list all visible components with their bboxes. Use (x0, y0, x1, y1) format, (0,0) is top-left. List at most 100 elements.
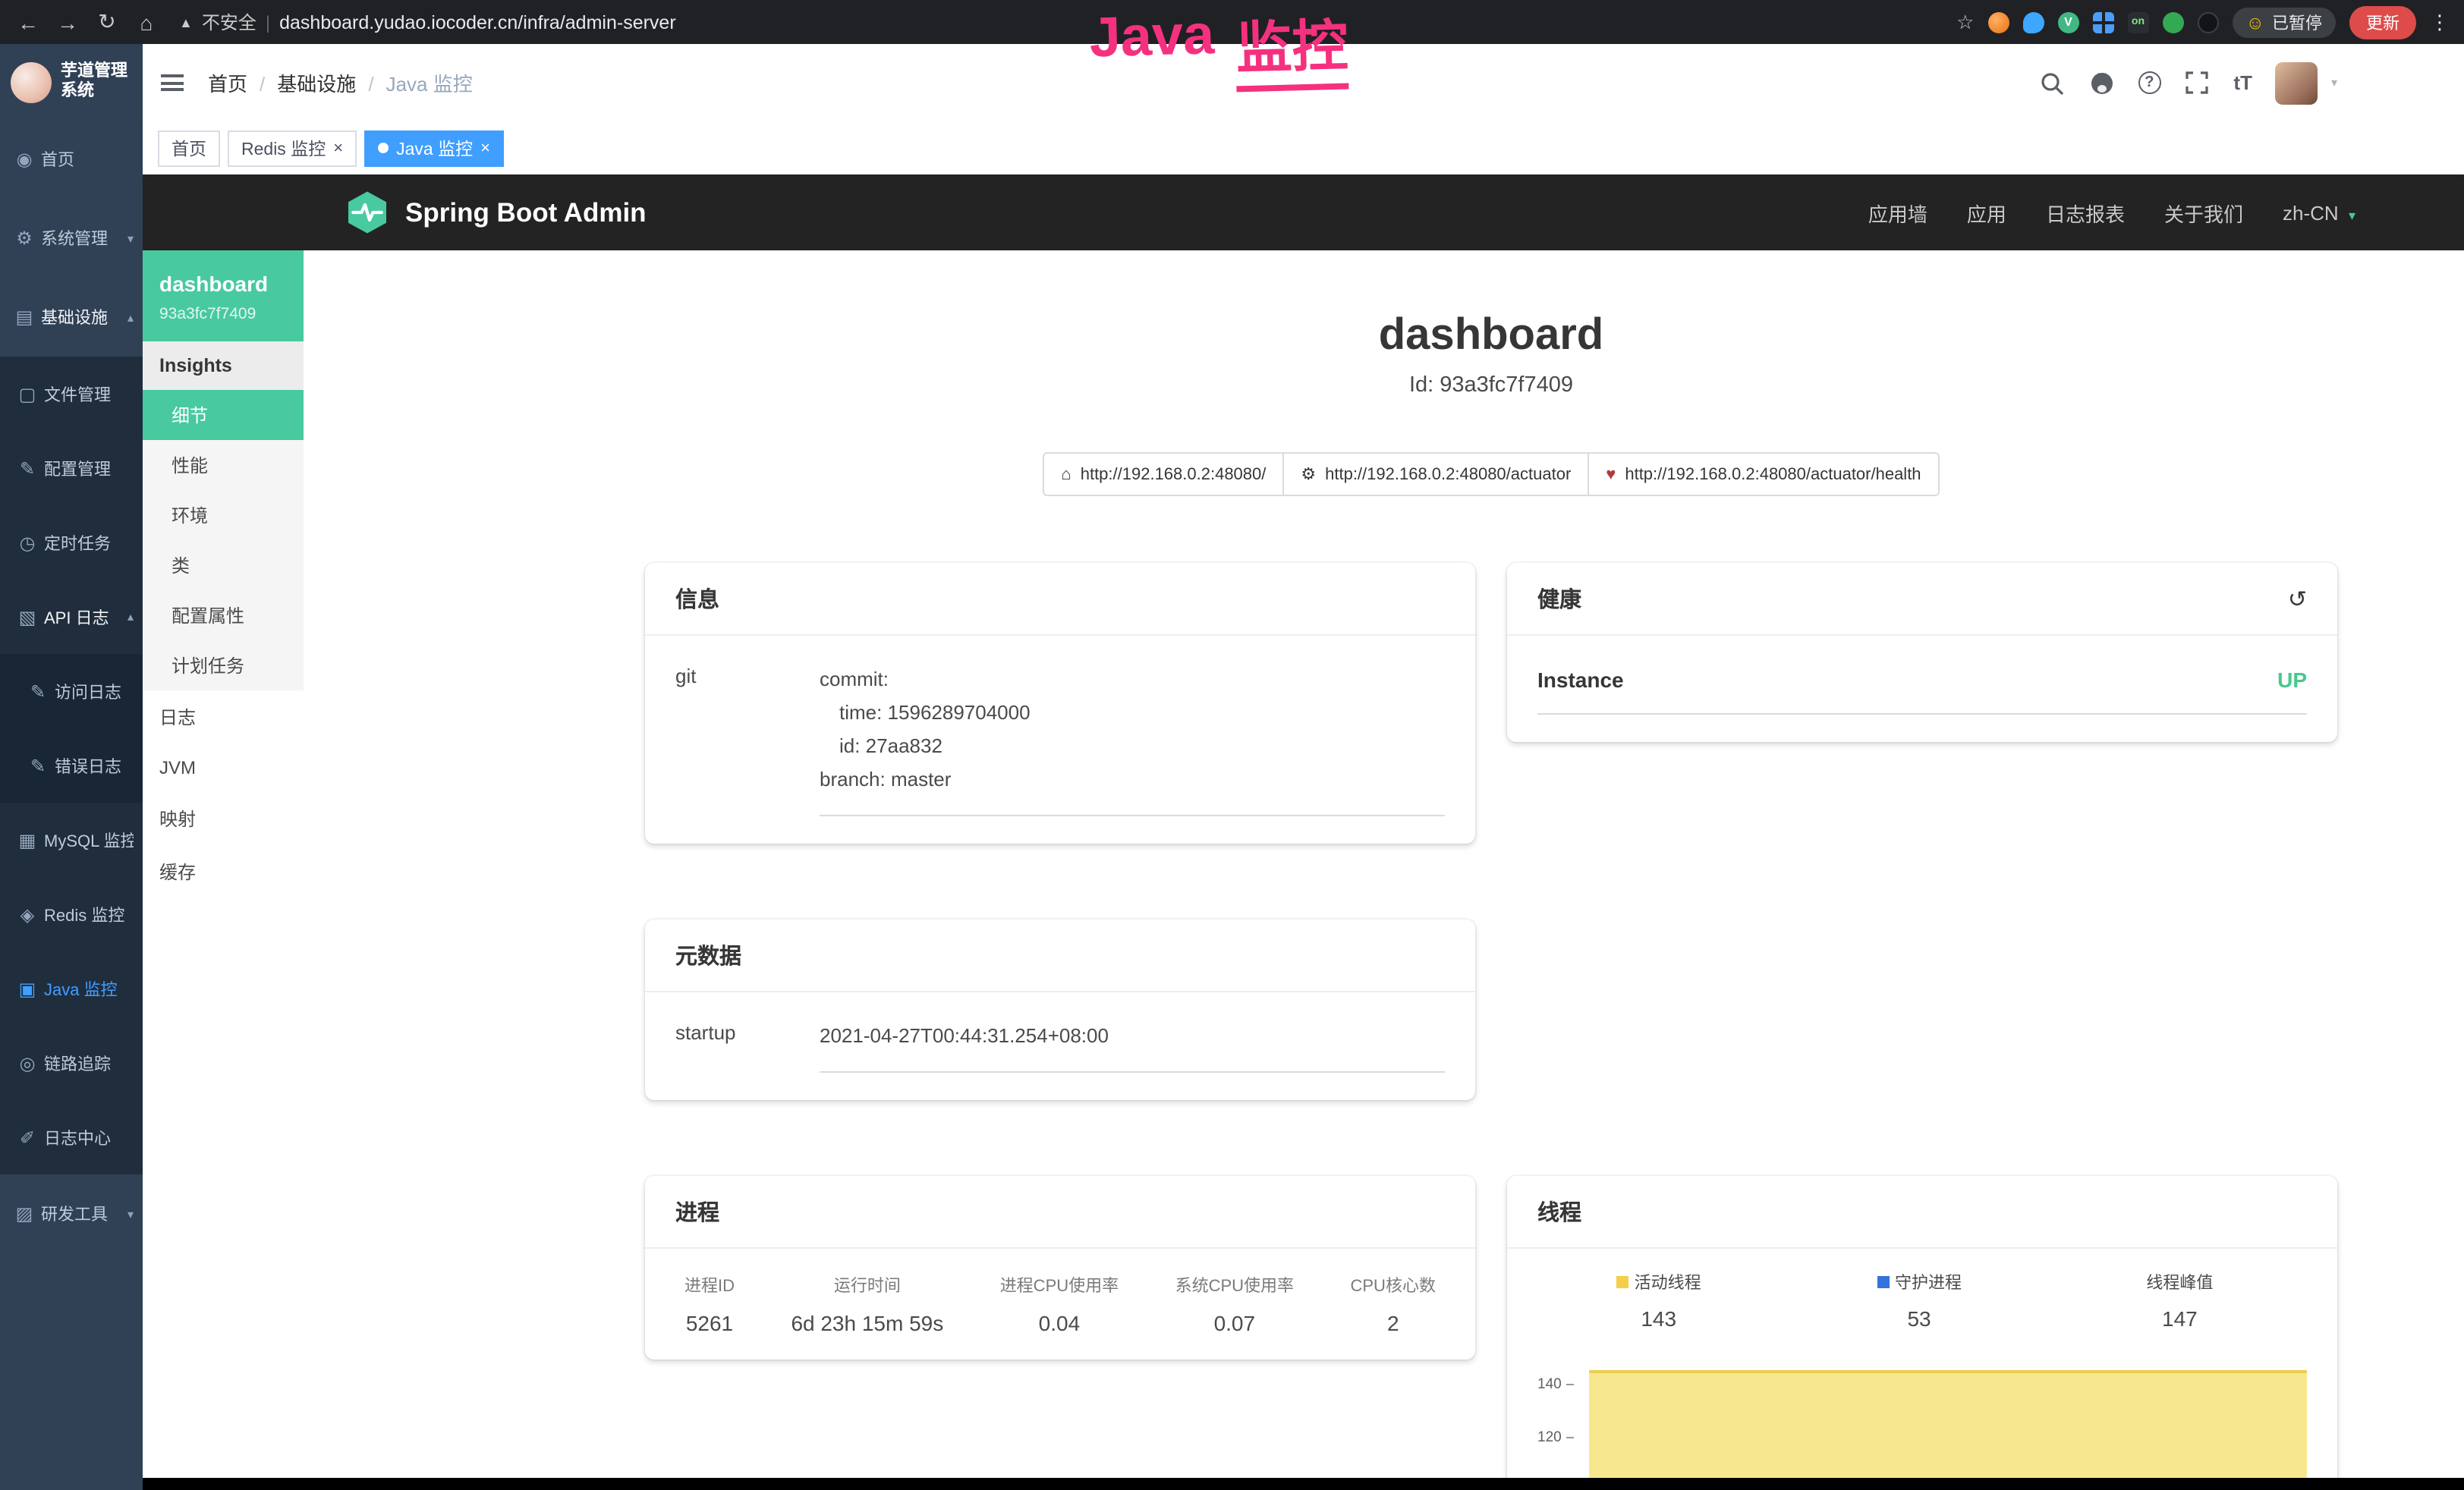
sidebar-item-label: 首页 (41, 147, 74, 171)
sba-link-journal[interactable]: 日志报表 (2046, 198, 2125, 227)
fullscreen-icon[interactable] (2183, 69, 2211, 96)
reload-icon[interactable]: ↻ (94, 9, 120, 35)
hamburger-icon[interactable] (161, 74, 184, 91)
stat-cpu-cores: CPU核心数 2 (1351, 1273, 1436, 1335)
menu-item-metrics[interactable]: 性能 (143, 440, 304, 490)
close-icon[interactable]: × (333, 139, 343, 157)
main-column: 首页 基础设施 Java 监控 ? tT (143, 44, 2464, 1490)
instance-link-actuator[interactable]: ⚙ http://192.168.0.2:48080/actuator (1282, 452, 1589, 496)
legend-label: 活动线程 (1635, 1275, 1701, 1293)
sidebar-item-system-mgmt[interactable]: ⚙ 系统管理 ▾ (0, 199, 143, 278)
sidebar-item-api-logs[interactable]: ▧ API 日志 ▴ (0, 580, 143, 654)
sidebar-item-redis-monitor[interactable]: ◈ Redis 监控 (0, 877, 143, 951)
sba-brand[interactable]: Spring Boot Admin (345, 190, 647, 235)
forward-icon[interactable]: → (55, 10, 80, 34)
extension-icon-vue[interactable]: V (2057, 11, 2079, 33)
sidebar-item-error-logs[interactable]: ✎ 错误日志 (0, 728, 143, 803)
health-instance-label[interactable]: Instance (1537, 668, 1624, 692)
menu-item-config-props[interactable]: 配置属性 (143, 590, 304, 640)
sba-link-about[interactable]: 关于我们 (2164, 198, 2243, 227)
instance-link-health[interactable]: ♥ http://192.168.0.2:48080/actuator/heal… (1588, 452, 1939, 496)
locale-selector[interactable]: zh-CN ▾ (2283, 201, 2355, 224)
chrome-menu-icon[interactable]: ⋮ (2430, 10, 2450, 34)
toolbox-icon: ▨ (14, 1203, 35, 1224)
breadcrumb-home[interactable]: 首页 (208, 68, 277, 97)
sba-nav-links: 应用墙 应用 日志报表 关于我们 zh-CN ▾ (1868, 198, 2355, 227)
instance-id: 93a3fc7f7409 (159, 305, 287, 323)
sidebar-item-dev-tools[interactable]: ▨ 研发工具 ▾ (0, 1174, 143, 1253)
help-icon[interactable]: ? (2138, 71, 2160, 94)
menu-item-loggers[interactable]: 日志 (143, 690, 304, 743)
sidebar-item-config-mgmt[interactable]: ✎ 配置管理 (0, 431, 143, 505)
sidebar-item-home[interactable]: ◉ 首页 (0, 120, 143, 199)
breadcrumb-current: Java 监控 (386, 68, 473, 97)
link-url: http://192.168.0.2:48080/ (1081, 465, 1267, 483)
menu-item-details[interactable]: 细节 (143, 390, 304, 440)
instance-link-home[interactable]: ⌂ http://192.168.0.2:48080/ (1043, 452, 1284, 496)
extension-icon-pin[interactable] (2022, 11, 2044, 33)
app-title: 芋道管理系统 (61, 63, 132, 102)
sidebar-logo-row[interactable]: 芋道管理系统 (0, 44, 143, 120)
info-key: git (675, 663, 820, 816)
tab-java-monitor-active[interactable]: Java 监控 × (364, 130, 504, 166)
extension-icon-orange[interactable] (1987, 11, 2009, 33)
github-icon[interactable] (2088, 69, 2115, 96)
sba-instance-header[interactable]: dashboard 93a3fc7f7409 (143, 250, 304, 341)
sidebar-item-label: Java 监控 (44, 976, 118, 1001)
menu-item-caches[interactable]: 缓存 (143, 845, 304, 898)
sidebar-item-label: 错误日志 (55, 753, 121, 778)
extension-icon-grid[interactable] (2092, 11, 2113, 33)
card-title: 信息 (675, 583, 719, 615)
sidebar-item-label: 配置管理 (44, 456, 111, 480)
menu-item-classes[interactable]: 类 (143, 540, 304, 590)
y-axis-tick: 140 (1537, 1376, 1562, 1393)
bookmark-star-icon[interactable]: ☆ (1956, 10, 1974, 34)
search-icon[interactable] (2038, 69, 2065, 96)
font-size-icon[interactable]: tT (2233, 71, 2252, 94)
app-window: 芋道管理系统 ◉ 首页 ⚙ 系统管理 ▾ ▤ 基础设施 ▴ ▢ 文件管理 (0, 44, 2464, 1490)
history-icon[interactable]: ↺ (2288, 585, 2307, 612)
threads-chart: 140 120 100 (1528, 1358, 2310, 1478)
link-url: http://192.168.0.2:48080/actuator (1325, 465, 1571, 483)
sidebar-item-log-center[interactable]: ✐ 日志中心 (0, 1100, 143, 1174)
user-avatar[interactable] (2275, 61, 2318, 104)
close-icon[interactable]: × (480, 139, 490, 157)
menu-item-environment[interactable]: 环境 (143, 490, 304, 540)
metadata-value: 2021-04-27T00:44:31.254+08:00 (820, 1020, 1445, 1053)
sidebar-item-java-monitor[interactable]: ▣ Java 监控 (0, 951, 143, 1026)
sidebar-item-infrastructure[interactable]: ▤ 基础设施 ▴ (0, 278, 143, 357)
tab-home[interactable]: 首页 (158, 130, 220, 166)
active-dot-icon (378, 143, 389, 153)
menu-item-scheduled-tasks[interactable]: 计划任务 (143, 640, 304, 690)
sidebar-item-mysql-monitor[interactable]: ▦ MySQL 监控 (0, 803, 143, 877)
tab-redis-monitor[interactable]: Redis 监控 × (228, 130, 357, 166)
address-bar[interactable]: ▲ 不安全 | dashboard.yudao.iocoder.cn/infra… (179, 9, 676, 35)
legend-value: 53 (1789, 1306, 2049, 1331)
sba-link-wallboard[interactable]: 应用墙 (1868, 198, 1927, 227)
sidebar-item-label: 访问日志 (55, 679, 121, 703)
sidebar-item-scheduled-jobs[interactable]: ◷ 定时任务 (0, 505, 143, 580)
sidebar-item-tracing[interactable]: ◎ 链路追踪 (0, 1026, 143, 1100)
sba-navbar: Spring Boot Admin 应用墙 应用 日志报表 关于我们 zh-CN… (143, 174, 2464, 250)
menu-item-jvm[interactable]: JVM (143, 743, 304, 792)
menu-item-mappings[interactable]: 映射 (143, 792, 304, 845)
chevron-down-icon: ▾ (2349, 207, 2355, 222)
cards-grid: 信息 git commit: time: 1596289704000 id: 2… (645, 563, 2337, 1478)
sidebar-item-label: 系统管理 (41, 226, 108, 250)
sidebar-item-file-mgmt[interactable]: ▢ 文件管理 (0, 357, 143, 431)
extension-icon-green[interactable] (2162, 11, 2183, 33)
git-id-line: id: 27aa832 (820, 730, 1445, 763)
extension-icon-proxy-on[interactable]: on (2127, 11, 2148, 33)
profile-sync-paused-badge[interactable]: ☺ 已暂停 (2232, 7, 2336, 37)
sidebar-item-access-logs[interactable]: ✎ 访问日志 (0, 654, 143, 728)
sba-link-applications[interactable]: 应用 (1967, 198, 2006, 227)
back-icon[interactable]: ← (15, 10, 41, 34)
extension-icon-dark[interactable] (2197, 11, 2218, 33)
sidebar-item-label: Redis 监控 (44, 902, 124, 926)
home-icon[interactable]: ⌂ (134, 10, 159, 34)
health-card-body: Instance UP (1507, 636, 2337, 742)
heart-icon: ♥ (1606, 465, 1616, 483)
chrome-update-button[interactable]: 更新 (2349, 5, 2416, 39)
breadcrumb-infrastructure[interactable]: 基础设施 (277, 68, 385, 97)
edit-icon: ✎ (27, 755, 49, 776)
